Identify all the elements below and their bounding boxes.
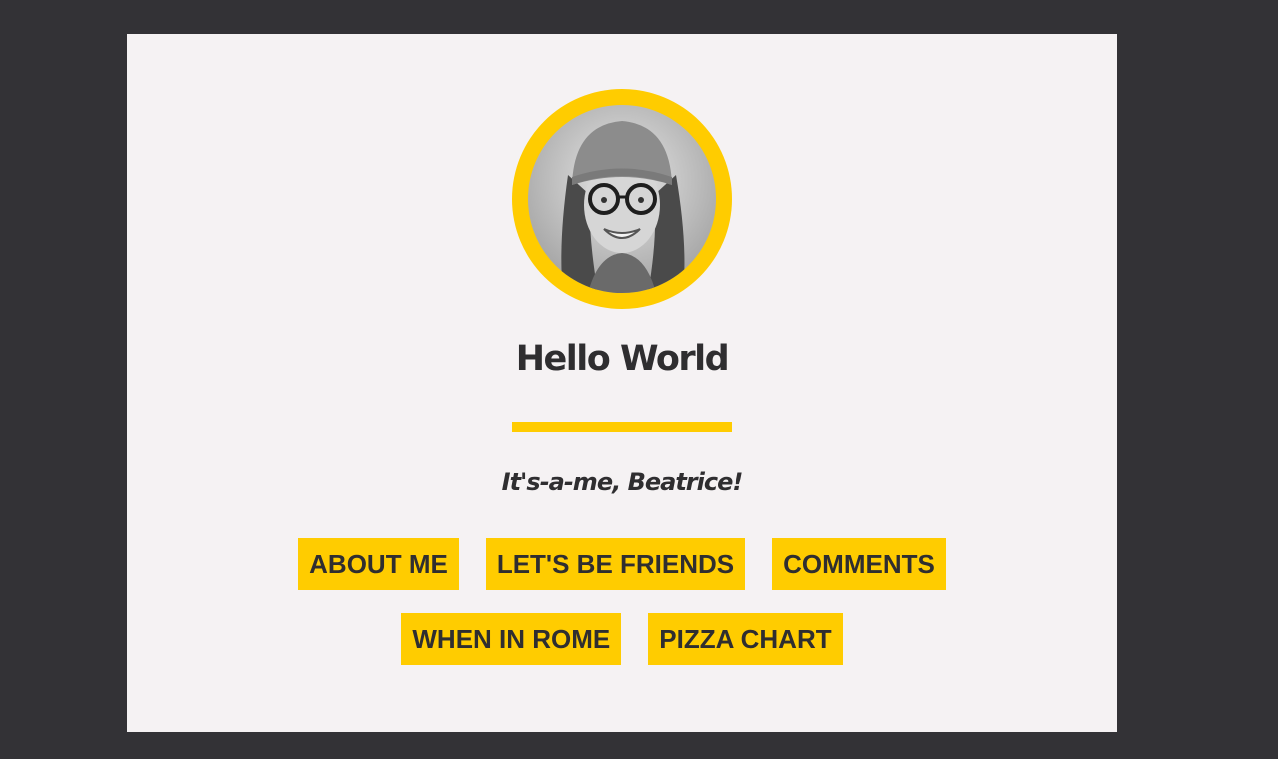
profile-photo <box>528 105 716 293</box>
avatar <box>512 89 732 309</box>
comments-button[interactable]: COMMENTS <box>772 538 946 590</box>
profile-card: Hello World It's-a-me, Beatrice! ABOUT M… <box>127 34 1117 732</box>
when-in-rome-button[interactable]: WHEN IN ROME <box>401 613 622 665</box>
pizza-chart-button[interactable]: PIZZA CHART <box>648 613 843 665</box>
about-me-button[interactable]: ABOUT ME <box>298 538 459 590</box>
nav-row-primary: ABOUT ME LET'S BE FRIENDS COMMENTS <box>127 538 1117 590</box>
nav-row-secondary: WHEN IN ROME PIZZA CHART <box>127 613 1117 665</box>
lets-be-friends-button[interactable]: LET'S BE FRIENDS <box>485 538 746 590</box>
title-divider <box>512 422 732 432</box>
page-subtitle: It's-a-me, Beatrice! <box>501 468 744 496</box>
page-title: Hello World <box>515 339 730 379</box>
